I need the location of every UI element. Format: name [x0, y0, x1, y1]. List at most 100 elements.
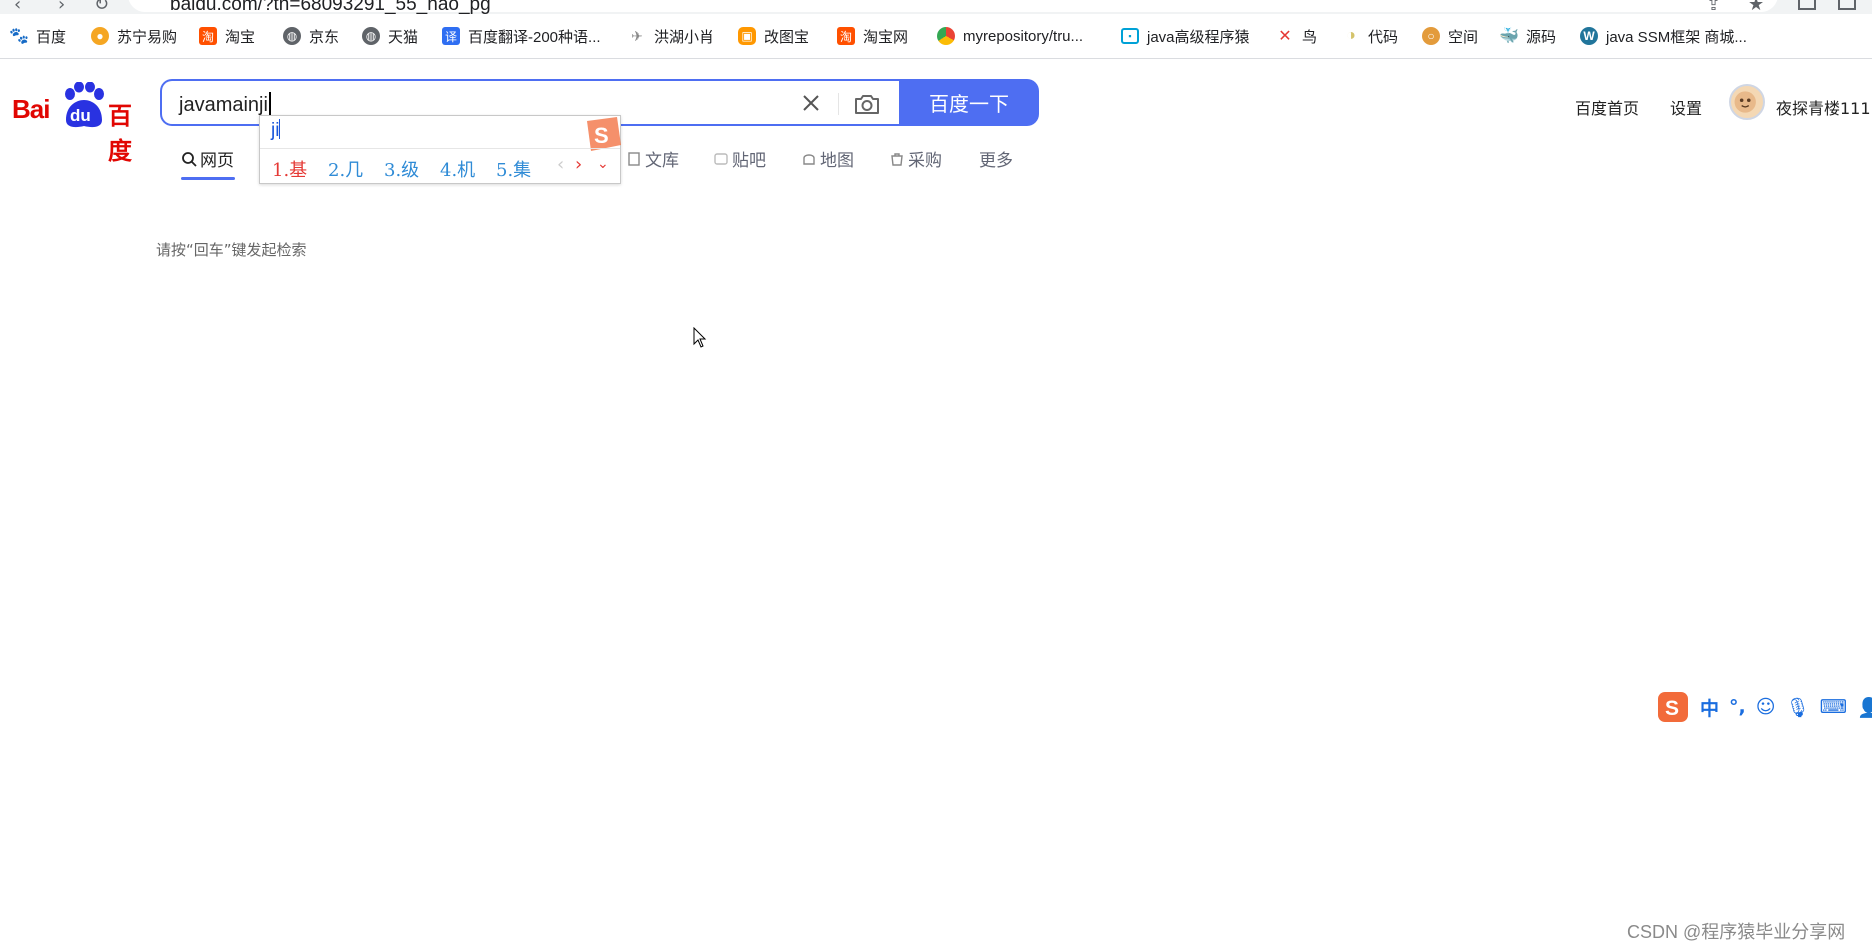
search-hint: 请按“回车”键发起检索: [156, 241, 307, 259]
bookmark-item[interactable]: 淘 淘宝网: [837, 24, 908, 48]
bookmarks-bar: 🐾 百度 ● 苏宁易购 淘 淘宝 ◍ 京东 ◍ 天猫 译 百度翻译-200种语.…: [0, 14, 1872, 59]
logo-du-text: du: [70, 106, 91, 125]
bookmark-item[interactable]: myrepository/tru...: [937, 24, 1083, 48]
search-query[interactable]: javamainji: [179, 92, 271, 117]
bookmark-label: 天猫: [388, 28, 419, 46]
search-button[interactable]: 百度一下: [899, 79, 1039, 126]
emoji-icon[interactable]: ☺: [1756, 696, 1776, 718]
bilibili-icon: ▪: [1121, 28, 1139, 44]
tab-label: 地图: [820, 151, 854, 171]
docker-icon: 🐳: [1499, 28, 1519, 45]
moon-icon: ◑: [1346, 27, 1356, 44]
tab-label: 网页: [200, 151, 234, 171]
bookmark-label: 淘宝: [225, 28, 256, 46]
browser-toolbar: ‹ › ↻ baidu.com/?tn=68093291_55_hao_pg ⇪…: [0, 0, 1872, 14]
bookmark-label: 百度: [36, 28, 67, 46]
ime-candidate[interactable]: 1.基: [272, 156, 307, 182]
ime-candidate[interactable]: 4.机: [440, 156, 475, 182]
tab-search-icon[interactable]: [1798, 0, 1816, 10]
ime-composition-text: ji: [271, 120, 280, 141]
tab-caigou[interactable]: 采购: [889, 146, 942, 171]
tab-map[interactable]: 地图: [801, 146, 854, 171]
bookmark-label: 苏宁易购: [117, 28, 178, 46]
bookmark-label: 空间: [1448, 28, 1479, 46]
keyboard-icon[interactable]: ⌨: [1820, 696, 1847, 718]
avatar-face-icon: [1734, 91, 1756, 113]
camera-icon[interactable]: [853, 92, 881, 116]
ime-mode-toggle[interactable]: 中: [1700, 694, 1719, 721]
bookmark-item[interactable]: ◑ 代码: [1342, 24, 1398, 48]
globe-icon: ◍: [362, 27, 380, 45]
logo-baidu-chinese: 百度: [108, 102, 132, 165]
map-icon: [803, 153, 815, 165]
username-link[interactable]: 夜探青楼1111: [1776, 95, 1872, 119]
taobao-icon: 淘: [837, 27, 855, 45]
bookmark-item[interactable]: ● 苏宁易购: [91, 24, 177, 48]
profile-icon[interactable]: [1838, 0, 1856, 10]
ime-prev-page-icon[interactable]: ‹: [557, 154, 564, 175]
forward-icon[interactable]: ›: [58, 0, 65, 14]
bookmark-item[interactable]: ▣ 改图宝: [738, 24, 809, 48]
bookmark-item[interactable]: 淘 淘宝: [199, 24, 255, 48]
mouse-cursor-icon: [693, 327, 707, 348]
reload-icon[interactable]: ↻: [94, 0, 109, 14]
tieba-icon: [714, 152, 728, 165]
tab-label: 贴吧: [732, 151, 766, 171]
wordpress-icon: W: [1580, 27, 1598, 45]
bookmark-label: myrepository/tru...: [963, 27, 1084, 45]
ime-punct-toggle[interactable]: °,: [1729, 696, 1746, 718]
ime-candidate[interactable]: 3.级: [384, 156, 419, 182]
chrome-icon: [937, 27, 955, 45]
search-query-text: javamainji: [179, 94, 268, 116]
bookmark-item[interactable]: 🐾 百度: [9, 24, 67, 48]
active-tab-indicator: [181, 177, 235, 180]
ime-caret: [279, 119, 281, 139]
bookmark-item[interactable]: 译 百度翻译-200种语...: [442, 24, 601, 48]
bookmark-star-icon[interactable]: ★: [1748, 0, 1764, 14]
divider: [838, 93, 839, 115]
bookmark-item[interactable]: W java SSM框架 商城...: [1580, 24, 1747, 48]
tab-web[interactable]: 网页: [181, 146, 234, 171]
tab-label: 更多: [979, 151, 1013, 171]
microphone-icon[interactable]: 🎙: [1786, 696, 1810, 719]
address-bar-url[interactable]: baidu.com/?tn=68093291_55_hao_pg: [170, 0, 491, 14]
suning-icon: ●: [91, 27, 109, 45]
clear-icon[interactable]: [799, 91, 823, 115]
csdn-watermark: CSDN @程序猿毕业分享网: [1627, 922, 1846, 942]
sogou-logo-icon: S: [587, 117, 621, 151]
baidu-paw-icon: 🐾: [9, 28, 29, 45]
ime-next-page-icon[interactable]: ›: [575, 154, 582, 175]
search-icon: [182, 151, 197, 167]
bookmark-item[interactable]: 🐳 源码: [1499, 24, 1556, 48]
settings-link[interactable]: 设置: [1670, 95, 1702, 119]
tab-wenku[interactable]: 文库: [626, 146, 679, 171]
ime-candidate[interactable]: 5.集: [496, 156, 531, 182]
bookmark-label: 京东: [309, 28, 340, 46]
tab-more[interactable]: 更多: [979, 146, 1013, 171]
back-icon[interactable]: ‹: [14, 0, 21, 14]
baidu-logo[interactable]: Bai du 百度: [12, 82, 142, 165]
taobao-icon: 淘: [199, 27, 217, 45]
share-icon[interactable]: ⇪: [1706, 0, 1721, 14]
logo-bai-text: Bai: [12, 94, 50, 124]
baidu-home-link[interactable]: 百度首页: [1575, 95, 1639, 119]
avatar[interactable]: [1729, 84, 1765, 120]
bookmark-item[interactable]: ○ 空间: [1422, 24, 1478, 48]
tab-label: 采购: [908, 151, 942, 171]
ime-candidate-window: ji S 1.基 2.几 3.级 4.机 5.集 ‹ › ⌄: [259, 115, 621, 184]
tab-tieba[interactable]: 贴吧: [713, 146, 766, 171]
bookmark-item[interactable]: ✈ 洪湖小肖: [628, 24, 714, 48]
svg-text:S: S: [594, 123, 609, 148]
sogou-logo-icon[interactable]: S: [1656, 690, 1690, 724]
bookmark-item[interactable]: ▪ java高级程序猿: [1121, 24, 1250, 48]
bookmark-item[interactable]: ◍ 天猫: [362, 24, 418, 48]
bookmark-label: 淘宝网: [863, 28, 909, 46]
svg-text:S: S: [1665, 697, 1679, 720]
text-caret: [268, 92, 271, 116]
ime-expand-icon[interactable]: ⌄: [597, 156, 609, 172]
bookmark-item[interactable]: ◍ 京东: [283, 24, 339, 48]
bookmark-item[interactable]: ✕ 鸟: [1276, 24, 1317, 48]
ime-candidate[interactable]: 2.几: [328, 156, 363, 182]
user-icon[interactable]: 👤: [1857, 696, 1872, 719]
bookmark-label: 百度翻译-200种语...: [468, 28, 601, 46]
